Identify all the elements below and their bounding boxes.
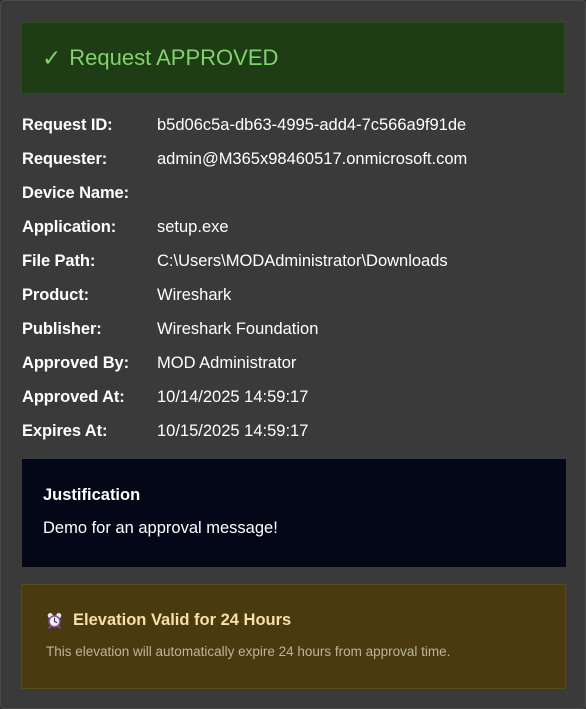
detail-row-requester: Requester: admin@M365x98460517.onmicroso… xyxy=(22,148,566,182)
detail-label: Product: xyxy=(22,286,90,304)
justification-panel: Justification Demo for an approval messa… xyxy=(22,459,566,567)
detail-row-publisher: Publisher: Wireshark Foundation xyxy=(22,318,566,352)
detail-row-approved-by: Approved By: MOD Administrator xyxy=(22,352,566,386)
request-details: Request ID: b5d06c5a-db63-4995-add4-7c56… xyxy=(22,114,566,454)
detail-row-application: Application: setup.exe xyxy=(22,216,566,250)
approval-card: ✓ Request APPROVED Request ID: b5d06c5a-… xyxy=(0,0,586,709)
detail-row-product: Product: Wireshark xyxy=(22,284,566,318)
detail-value: 10/14/2025 14:59:17 xyxy=(157,388,309,406)
detail-label: Expires At: xyxy=(22,422,108,440)
approved-title: Request APPROVED xyxy=(69,45,279,70)
detail-value: Wireshark Foundation xyxy=(157,320,319,338)
detail-label: Requester: xyxy=(22,150,108,168)
detail-value: setup.exe xyxy=(157,218,229,236)
elevation-text: This elevation will automatically expire… xyxy=(46,644,451,659)
approved-banner: ✓ Request APPROVED xyxy=(21,22,565,94)
detail-label: Request ID: xyxy=(22,116,113,134)
detail-value: MOD Administrator xyxy=(157,354,297,372)
detail-label: File Path: xyxy=(22,252,96,270)
detail-label: Application: xyxy=(22,218,117,236)
alarm-clock-icon xyxy=(47,612,62,629)
elevation-notice: Elevation Valid for 24 Hours This elevat… xyxy=(21,584,566,689)
detail-value: admin@M365x98460517.onmicrosoft.com xyxy=(157,150,468,168)
detail-row-file-path: File Path: C:\Users\MODAdministrator\Dow… xyxy=(22,250,566,284)
detail-label: Publisher: xyxy=(22,320,102,338)
justification-title: Justification xyxy=(43,486,141,504)
detail-label: Approved By: xyxy=(22,354,129,372)
detail-label: Device Name: xyxy=(22,184,130,202)
detail-value: C:\Users\MODAdministrator\Downloads xyxy=(157,252,448,270)
detail-row-request-id: Request ID: b5d06c5a-db63-4995-add4-7c56… xyxy=(22,114,566,148)
detail-value: 10/15/2025 14:59:17 xyxy=(157,422,309,440)
elevation-title-row: Elevation Valid for 24 Hours xyxy=(46,609,544,631)
detail-row-approved-at: Approved At: 10/14/2025 14:59:17 xyxy=(22,386,566,420)
detail-value: Wireshark xyxy=(157,286,232,304)
justification-text: Demo for an approval message! xyxy=(43,519,278,537)
elevation-title: Elevation Valid for 24 Hours xyxy=(73,611,292,629)
detail-row-expires-at: Expires At: 10/15/2025 14:59:17 xyxy=(22,420,566,454)
detail-value: b5d06c5a-db63-4995-add4-7c566a9f91de xyxy=(157,116,467,134)
detail-row-device-name: Device Name: xyxy=(22,182,566,216)
checkmark-icon: ✓ xyxy=(42,44,62,71)
detail-label: Approved At: xyxy=(22,388,125,406)
